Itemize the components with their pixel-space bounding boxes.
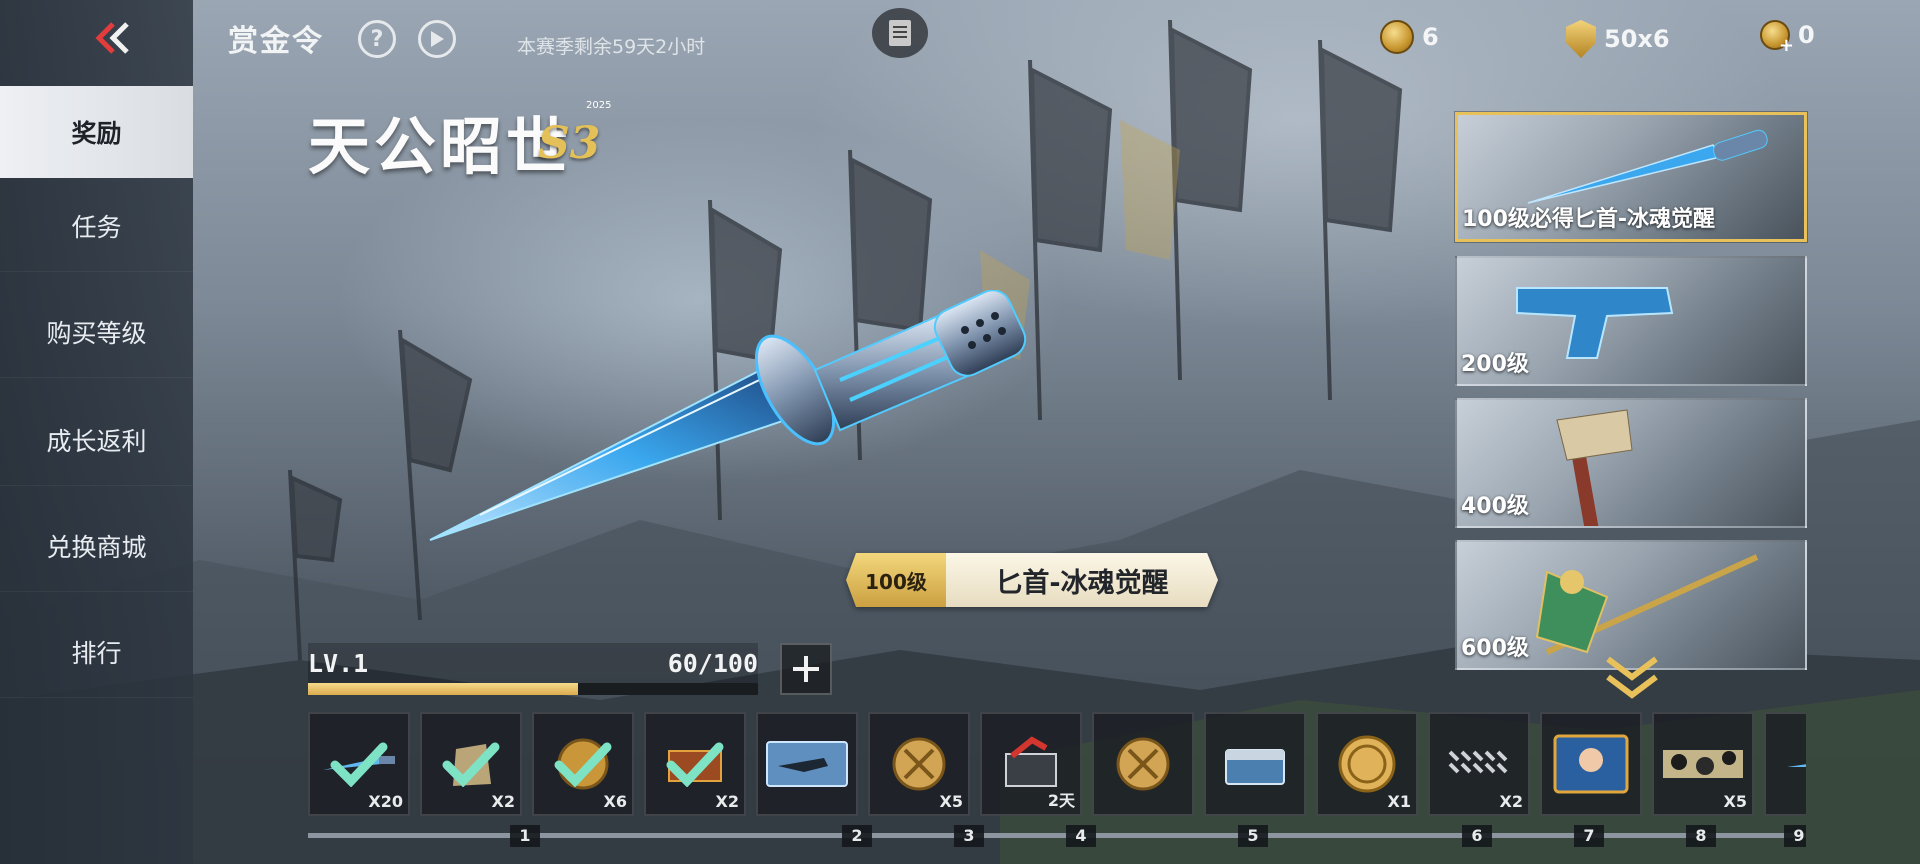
sidebar-item-rewards[interactable]: 奖励 — [0, 86, 193, 178]
reward-slot[interactable] — [1540, 712, 1642, 816]
reward-track: X20 X2 X6 X2 X5 2天 X1 X2 X5 1 2 3 4 5 6 … — [308, 712, 1806, 852]
page-title: 赏金令 — [228, 24, 324, 59]
reward-card-label: 400级 — [1461, 494, 1529, 519]
season-logo: 天公昭世 — [308, 110, 573, 183]
coin-plus-icon: + — [1760, 20, 1794, 56]
double-chevron-down-icon — [1606, 656, 1658, 699]
reward-qty: 2天 — [1047, 791, 1075, 810]
crossed-swords-coin-icon — [1116, 737, 1170, 791]
season-remaining-text: 本赛季剩余59天2小时 — [517, 36, 706, 58]
featured-reward-level: 100级 — [846, 553, 946, 607]
reward-qty: X5 — [1723, 792, 1747, 811]
reward-slot[interactable]: 2天 — [980, 712, 1082, 816]
featured-reward-label: 100级 匕首-冰魂觉醒 — [846, 553, 1218, 607]
level-progress: LV.1 60/100 — [308, 643, 758, 695]
level-progress-fill — [308, 683, 578, 695]
reward-qty: X2 — [491, 792, 515, 811]
sidebar-item-growth-rebate[interactable]: 成长返利 — [0, 394, 193, 486]
reward-slot[interactable] — [1204, 712, 1306, 816]
gold-shield-icon — [1566, 20, 1596, 58]
sidebar-item-tasks[interactable]: 任务 — [0, 180, 193, 272]
level-marker: 1 — [510, 825, 540, 847]
reward-card-400[interactable]: 400级 — [1455, 398, 1807, 528]
notes-button[interactable] — [872, 8, 928, 58]
reward-qty: X2 — [1499, 792, 1523, 811]
supply-chest-icon — [1225, 749, 1285, 785]
crossed-swords-coin-icon — [892, 737, 946, 791]
reward-slot[interactable]: X2 — [1428, 712, 1530, 816]
gold-coin-icon — [1380, 20, 1414, 54]
gold-coin-icon — [1338, 735, 1396, 793]
reward-qty: X2 — [715, 792, 739, 811]
currency-coupon[interactable]: + 0 — [1760, 20, 1815, 56]
reward-card-600[interactable]: 600级 — [1455, 540, 1807, 670]
weapon-card-icon — [766, 741, 848, 787]
sidebar: 奖励 任务 购买等级 成长返利 兑换商城 排行 — [0, 0, 193, 864]
level-marker: 7 — [1574, 825, 1604, 847]
reward-slot[interactable] — [756, 712, 858, 816]
reward-card-label: 600级 — [1461, 636, 1529, 661]
reward-slot[interactable]: X20 — [308, 712, 410, 816]
reward-qty: X6 — [603, 792, 627, 811]
play-circle-icon — [431, 31, 444, 47]
reward-slot[interactable]: X5 — [868, 712, 970, 816]
play-video-button[interactable] — [418, 20, 456, 58]
level-marker: 9 — [1784, 825, 1806, 847]
level-progress-text: 60/100 — [667, 649, 758, 678]
reward-slot[interactable]: X2 — [644, 712, 746, 816]
currency-value: 6 — [1422, 23, 1439, 51]
reward-card-100[interactable]: 100级必得匕首-冰魂觉醒 — [1455, 112, 1807, 242]
season-logo-badge: S3 — [538, 118, 601, 169]
help-button[interactable]: ? — [358, 20, 396, 58]
reward-slot[interactable]: X6 — [532, 712, 634, 816]
reward-card-label: 200级 — [1461, 352, 1529, 377]
level-progress-track — [308, 683, 758, 695]
double-chevron-left-icon — [95, 22, 129, 54]
currency-gold-shield[interactable]: 50x6 — [1566, 20, 1670, 58]
reward-qty: X20 — [368, 792, 403, 811]
featured-dagger-image — [429, 290, 1027, 541]
character-card-icon — [1553, 734, 1629, 794]
reward-slot[interactable] — [1092, 712, 1194, 816]
featured-reward-name: 匕首-冰魂觉醒 — [946, 553, 1218, 607]
mystery-box-icon — [1005, 736, 1057, 787]
back-button[interactable] — [86, 18, 140, 58]
expand-rewards-button[interactable] — [1600, 655, 1664, 703]
buy-level-plus-button[interactable] — [780, 643, 832, 695]
reward-qty: X1 — [1387, 792, 1411, 811]
level-marker: 5 — [1238, 825, 1268, 847]
reward-slot[interactable]: X2 — [420, 712, 522, 816]
currency-value: 50x6 — [1604, 25, 1670, 53]
season-logo-year: 2025 — [586, 100, 612, 111]
reward-card-label: 100级必得匕首-冰魂觉醒 — [1462, 207, 1716, 232]
reward-card-200[interactable]: 200级 — [1455, 256, 1807, 386]
sidebar-item-exchange-store[interactable]: 兑换商城 — [0, 500, 193, 592]
knife-icon — [1787, 764, 1806, 767]
plus-icon — [793, 656, 819, 682]
sidebar-item-ranking[interactable]: 排行 — [0, 606, 193, 698]
question-circle-icon: ? — [370, 26, 384, 52]
level-marker: 3 — [954, 825, 984, 847]
reward-qty: X5 — [939, 792, 963, 811]
level-marker: 2 — [842, 825, 872, 847]
level-label: LV.1 — [308, 649, 369, 678]
currency-value: 0 — [1798, 21, 1815, 49]
notes-icon — [889, 20, 911, 46]
reward-slot[interactable]: X1 — [1316, 712, 1418, 816]
reward-slot[interactable] — [1764, 712, 1806, 816]
level-marker: 8 — [1686, 825, 1716, 847]
camo-skin-icon — [1663, 750, 1743, 778]
level-marker: 6 — [1462, 825, 1492, 847]
reward-slot[interactable]: X5 — [1652, 712, 1754, 816]
level-marker: 4 — [1066, 825, 1096, 847]
currency-gold-coin[interactable]: 6 — [1380, 20, 1439, 54]
bullets-icon — [1448, 750, 1508, 774]
sidebar-item-buy-levels[interactable]: 购买等级 — [0, 286, 193, 378]
